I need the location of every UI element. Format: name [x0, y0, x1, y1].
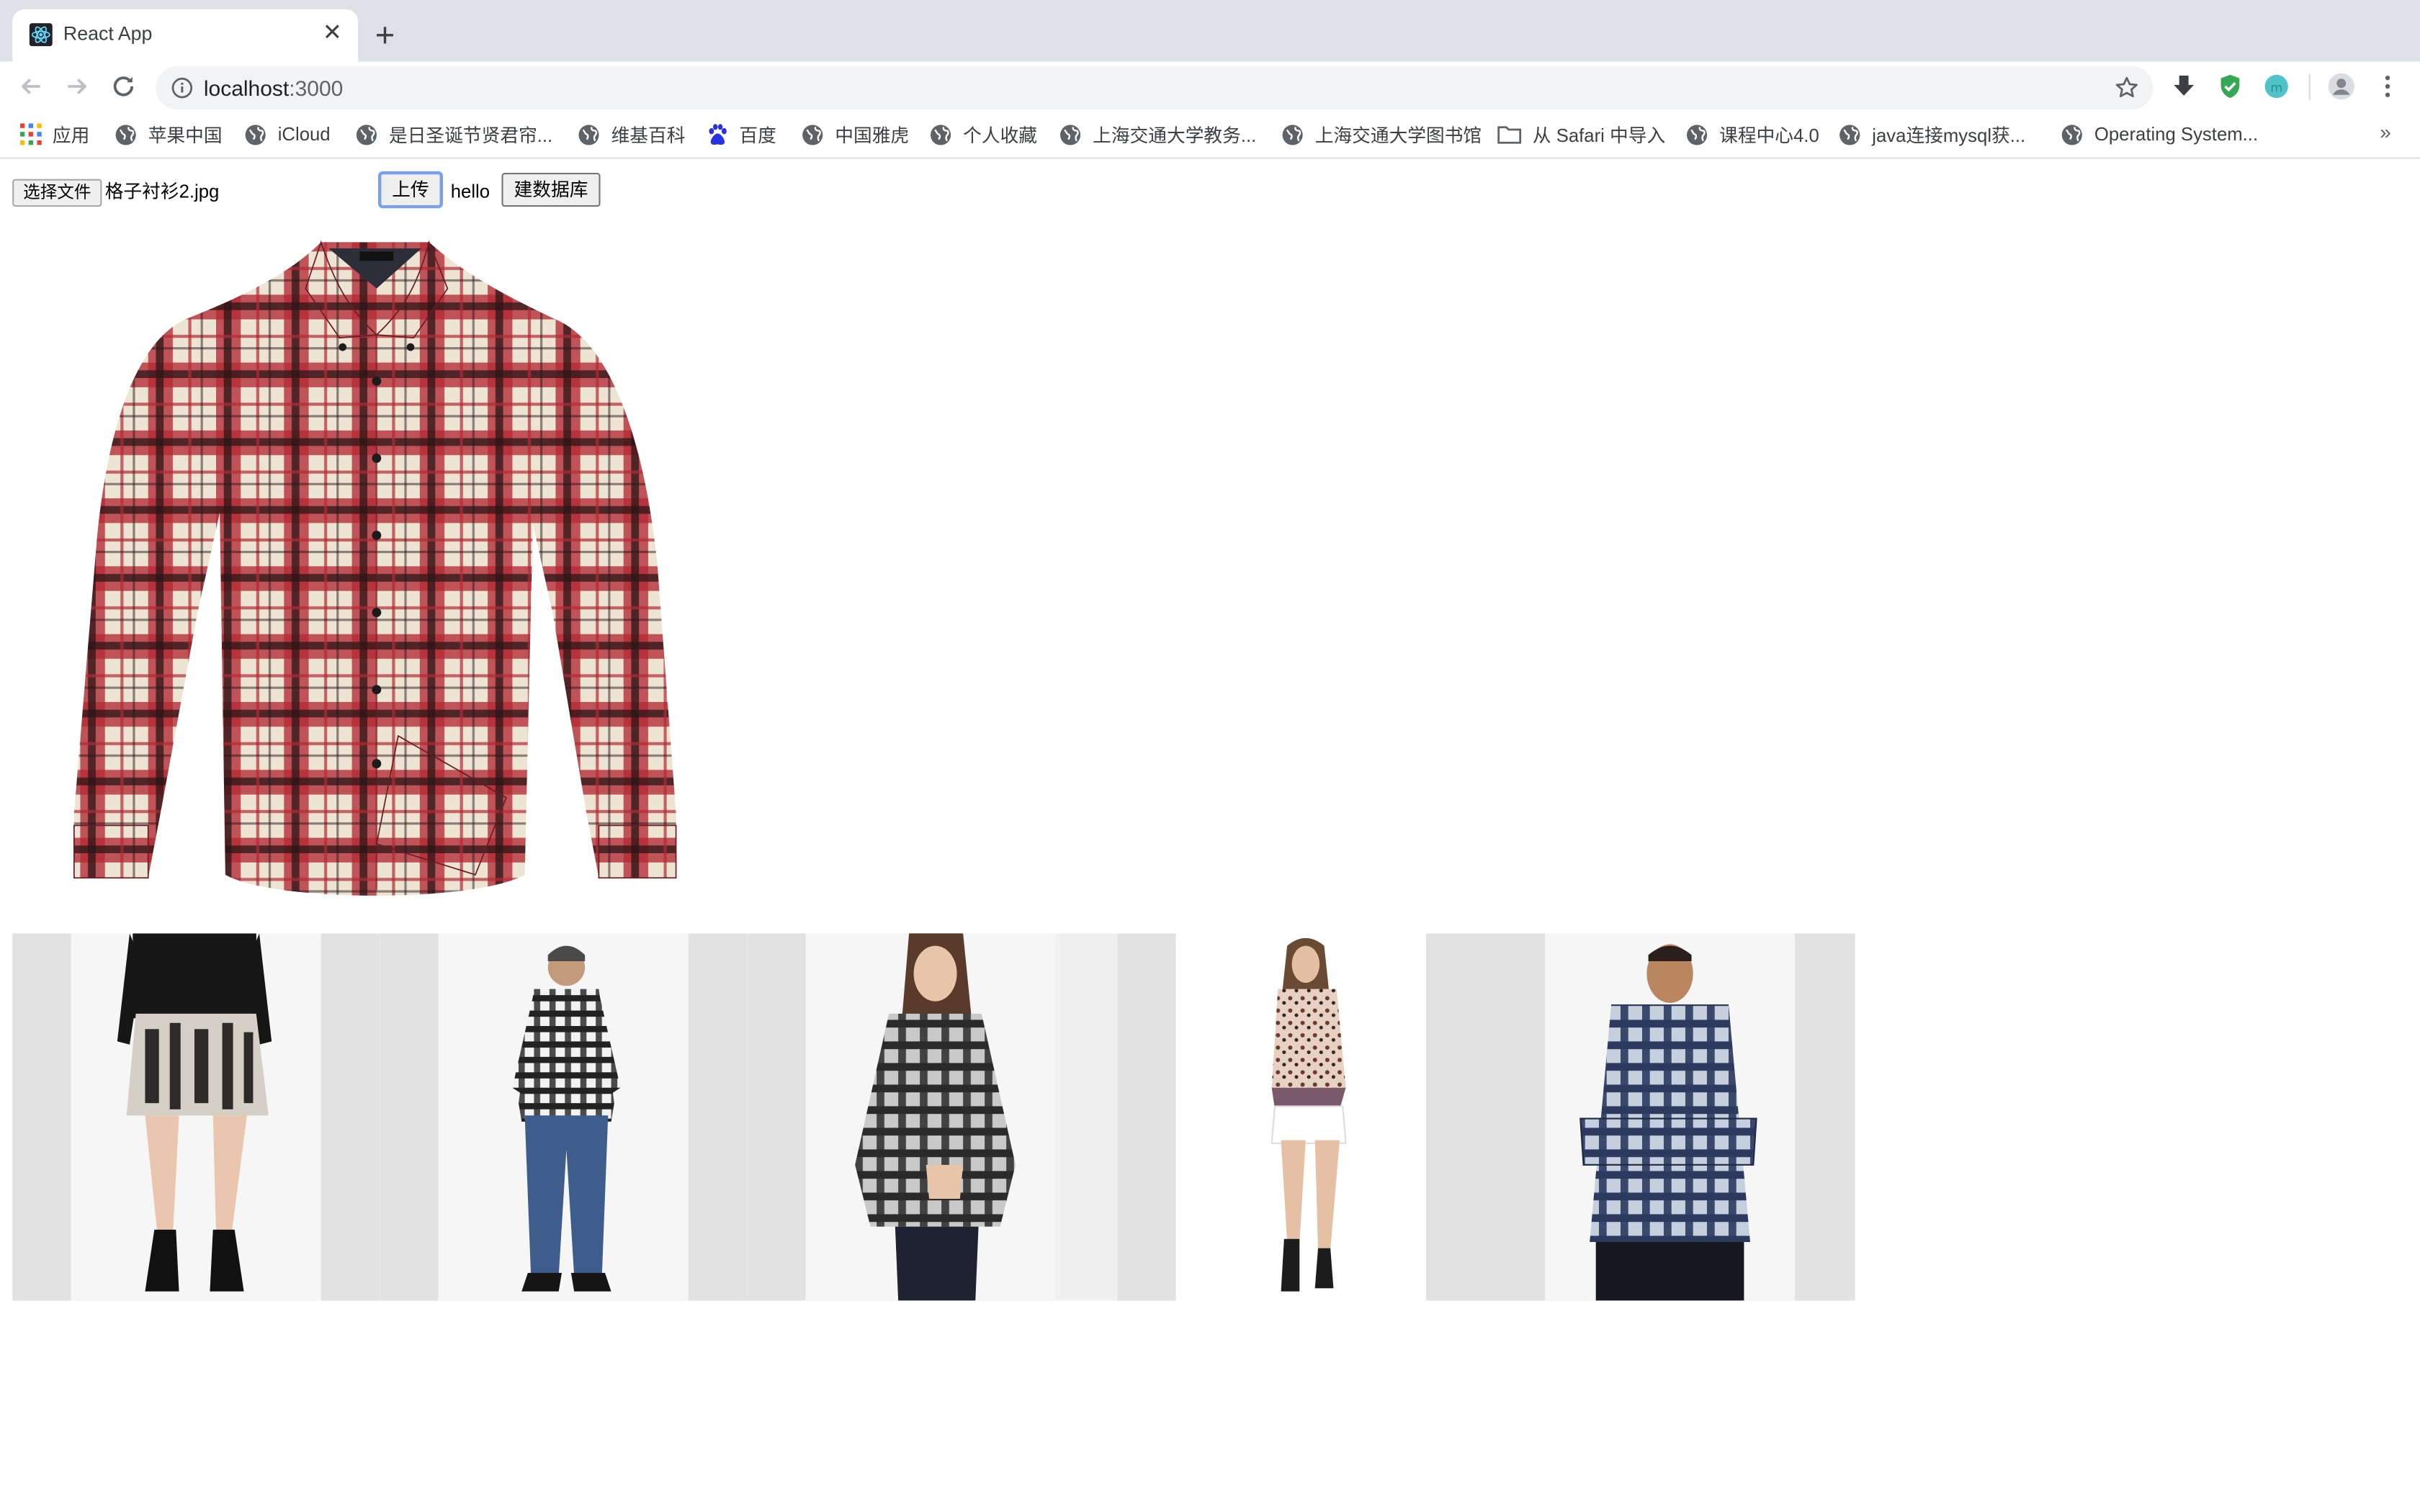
- bookmark-label: 维基百科: [611, 124, 686, 146]
- globe-icon: [1060, 124, 1081, 145]
- result-image: [1425, 933, 1855, 1301]
- svg-text:m: m: [2270, 81, 2282, 96]
- back-arrow-icon[interactable]: [15, 71, 46, 102]
- bookmark-yahoo-china[interactable]: 中国雅虎: [801, 120, 909, 148]
- profile-avatar-icon[interactable]: [2327, 73, 2355, 101]
- bookmark-label: 个人收藏: [963, 124, 1038, 146]
- hello-text: hello: [450, 180, 490, 202]
- uploaded-shirt-image: [73, 240, 677, 896]
- bookmark-course-center[interactable]: 课程中心4.0: [1685, 120, 1819, 148]
- download-extension-icon[interactable]: [2170, 73, 2198, 101]
- bookmark-sjtu-library[interactable]: 上海交通大学图书馆: [1281, 120, 1482, 148]
- url-host: localhost: [203, 76, 290, 101]
- bookmark-label: 上海交通大学图书馆: [1314, 124, 1482, 146]
- toolbar-separator: [2308, 73, 2311, 101]
- site-info-icon[interactable]: [171, 77, 193, 99]
- globe-icon: [245, 124, 266, 145]
- bookmark-star-icon[interactable]: [2115, 76, 2139, 100]
- bookmark-operating-system[interactable]: Operating System...: [2061, 120, 2258, 148]
- bookmark-wikipedia[interactable]: 维基百科: [577, 120, 685, 148]
- globe-icon: [115, 124, 136, 145]
- globe-icon: [2061, 124, 2082, 145]
- baidu-paw-icon: [709, 123, 727, 144]
- bookmark-label: Operating System...: [2094, 123, 2259, 145]
- bookmark-label: 应用: [52, 124, 90, 146]
- bookmark-icloud[interactable]: iCloud: [244, 120, 331, 148]
- globe-icon: [931, 124, 951, 145]
- react-logo-icon: [29, 23, 53, 47]
- bookmark-java-mysql[interactable]: java连接mysql获...: [1838, 120, 2025, 148]
- selected-file-name: 格子衬衫2.jpg: [104, 180, 220, 202]
- browser-tab[interactable]: React App ✕: [12, 9, 359, 62]
- choose-file-button[interactable]: 选择文件: [12, 179, 102, 207]
- bookmark-label: 从 Safari 中导入: [1532, 124, 1666, 146]
- globe-icon: [1687, 124, 1708, 145]
- bookmark-label: 是日圣诞节贤君帘...: [389, 124, 553, 146]
- url-text: localhost:3000: [204, 76, 344, 100]
- browser-menu-icon[interactable]: [2374, 73, 2402, 101]
- bookmark-label: 中国雅虎: [835, 124, 910, 146]
- close-tab-icon[interactable]: ✕: [323, 20, 342, 48]
- bookmark-apps[interactable]: 应用: [19, 120, 90, 148]
- globe-icon: [1282, 124, 1303, 145]
- globe-icon: [802, 124, 823, 145]
- globe-icon: [356, 124, 377, 145]
- bookmark-label: 上海交通大学教务...: [1093, 124, 1257, 146]
- bookmark-baidu[interactable]: 百度: [707, 120, 776, 148]
- globe-icon: [578, 124, 599, 145]
- address-bar[interactable]: localhost:3000: [156, 66, 2154, 110]
- bookmarks-bar: 应用 苹果中国 iCloud 是日圣诞节贤君帘... 维基百科 百度 中国雅虎 …: [0, 111, 2420, 159]
- tab-title: React App: [63, 23, 153, 45]
- apps-grid-icon: [19, 123, 42, 145]
- result-image: [380, 933, 748, 1301]
- forward-arrow-icon[interactable]: [62, 71, 93, 102]
- result-image: [747, 933, 1176, 1301]
- bookmark-label: java连接mysql获...: [1872, 124, 2026, 146]
- bookmark-label: 苹果中国: [148, 124, 223, 146]
- bookmark-christmas[interactable]: 是日圣诞节贤君帘...: [355, 120, 552, 148]
- bookmark-apple-china[interactable]: 苹果中国: [115, 120, 223, 148]
- bookmark-sjtu-academic[interactable]: 上海交通大学教务...: [1059, 120, 1256, 148]
- reload-icon[interactable]: [108, 71, 139, 102]
- bookmarks-overflow-chevron-icon[interactable]: »: [2380, 120, 2391, 143]
- tab-strip: React App ✕ +: [0, 0, 2420, 62]
- upload-button[interactable]: 上传: [377, 171, 444, 209]
- bookmark-label: 课程中心4.0: [1719, 124, 1819, 146]
- bookmark-favorites[interactable]: 个人收藏: [929, 120, 1037, 148]
- shield-check-extension-icon[interactable]: [2216, 73, 2244, 101]
- teal-circle-extension-icon[interactable]: m: [2262, 73, 2290, 101]
- build-database-button[interactable]: 建数据库: [501, 173, 601, 207]
- result-image: [1175, 933, 1426, 1301]
- globe-icon: [1839, 124, 1860, 145]
- page-content: 选择文件 格子衬衫2.jpg 上传 hello 建数据库: [0, 158, 2420, 1512]
- folder-icon: [1497, 126, 1522, 144]
- url-port: :3000: [289, 76, 344, 101]
- result-image: [12, 933, 380, 1301]
- bookmark-label: 百度: [739, 124, 776, 146]
- bookmark-safari-import[interactable]: 从 Safari 中导入: [1497, 120, 1666, 148]
- bookmark-label: iCloud: [277, 123, 331, 145]
- browser-toolbar: localhost:3000 m: [0, 61, 2420, 112]
- new-tab-icon[interactable]: +: [375, 18, 395, 53]
